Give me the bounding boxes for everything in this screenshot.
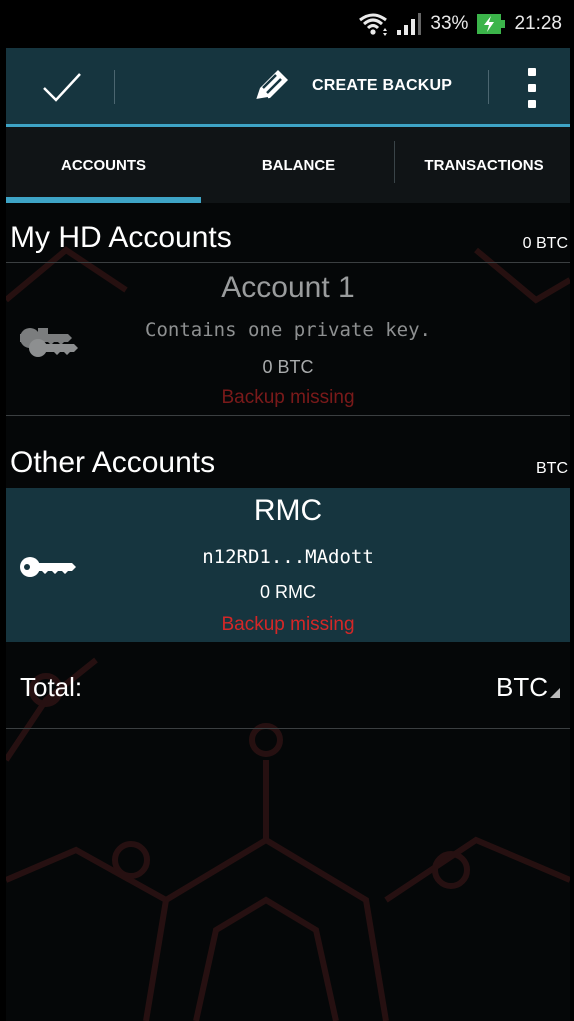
tab-balance[interactable]: BALANCE	[201, 127, 396, 203]
account-description: Contains one private key.	[145, 319, 431, 341]
backup-missing-warning: Backup missing	[221, 614, 355, 635]
account-row-rmc[interactable]: RMC n12RD1...MAdott 0 RMC Backup missing	[6, 488, 570, 642]
checkmark-icon	[43, 73, 81, 102]
section-title: Other Accounts	[10, 446, 216, 479]
pencil-icon	[255, 70, 288, 101]
status-bar: 33% 21:28	[6, 0, 570, 48]
selected-tab-indicator	[6, 197, 201, 203]
total-currency-selector[interactable]: BTC	[496, 672, 560, 703]
total-row: Total: BTC	[6, 648, 570, 728]
hd-accounts-header: My HD Accounts 0 BTC	[6, 205, 570, 263]
wifi-icon	[359, 13, 388, 36]
battery-charging-icon	[477, 14, 506, 34]
overflow-dot	[528, 84, 536, 92]
tab-accounts[interactable]: ACCOUNTS	[6, 127, 201, 203]
divider	[6, 728, 570, 729]
overflow-dot	[528, 100, 536, 108]
account-balance: 0 BTC	[262, 357, 314, 377]
account-balance: 0 RMC	[259, 582, 316, 602]
status-icons: 33% 21:28	[358, 10, 562, 38]
account-name: RMC	[253, 494, 323, 527]
backup-missing-warning: Backup missing	[221, 387, 355, 408]
account-name: Account 1	[221, 271, 355, 304]
section-total: BTC	[536, 460, 568, 477]
tab-transactions[interactable]: TRANSACTIONS	[398, 127, 570, 203]
account-address: n12RD1...MAdott	[202, 546, 374, 568]
overflow-menu-button[interactable]	[520, 68, 544, 108]
section-total: 0 BTC	[522, 235, 568, 252]
done-button[interactable]	[28, 62, 98, 110]
total-value: BTC	[496, 672, 548, 702]
other-accounts-header: Other Accounts BTC	[6, 430, 570, 488]
app-screen: 33% 21:28 CREATE BACKUP ACCOUNTS BALANCE…	[6, 0, 570, 1021]
overflow-dot	[528, 68, 536, 76]
action-bar: CREATE BACKUP	[6, 48, 570, 127]
create-backup-button[interactable]: CREATE BACKUP	[246, 62, 486, 110]
divider	[6, 415, 570, 416]
action-bar-divider	[114, 70, 115, 104]
action-bar-divider	[488, 70, 489, 104]
battery-percent: 33%	[430, 13, 469, 34]
total-label: Total:	[20, 672, 83, 702]
dropdown-caret-icon	[550, 688, 560, 698]
create-backup-label: CREATE BACKUP	[312, 77, 453, 94]
signal-icon	[397, 13, 422, 35]
tab-divider	[394, 141, 395, 183]
section-title: My HD Accounts	[10, 221, 232, 254]
tab-bar: ACCOUNTS BALANCE TRANSACTIONS	[6, 127, 570, 203]
clock: 21:28	[514, 13, 562, 34]
account-row-account-1[interactable]: Account 1 Contains one private key. 0 BT…	[6, 263, 570, 417]
